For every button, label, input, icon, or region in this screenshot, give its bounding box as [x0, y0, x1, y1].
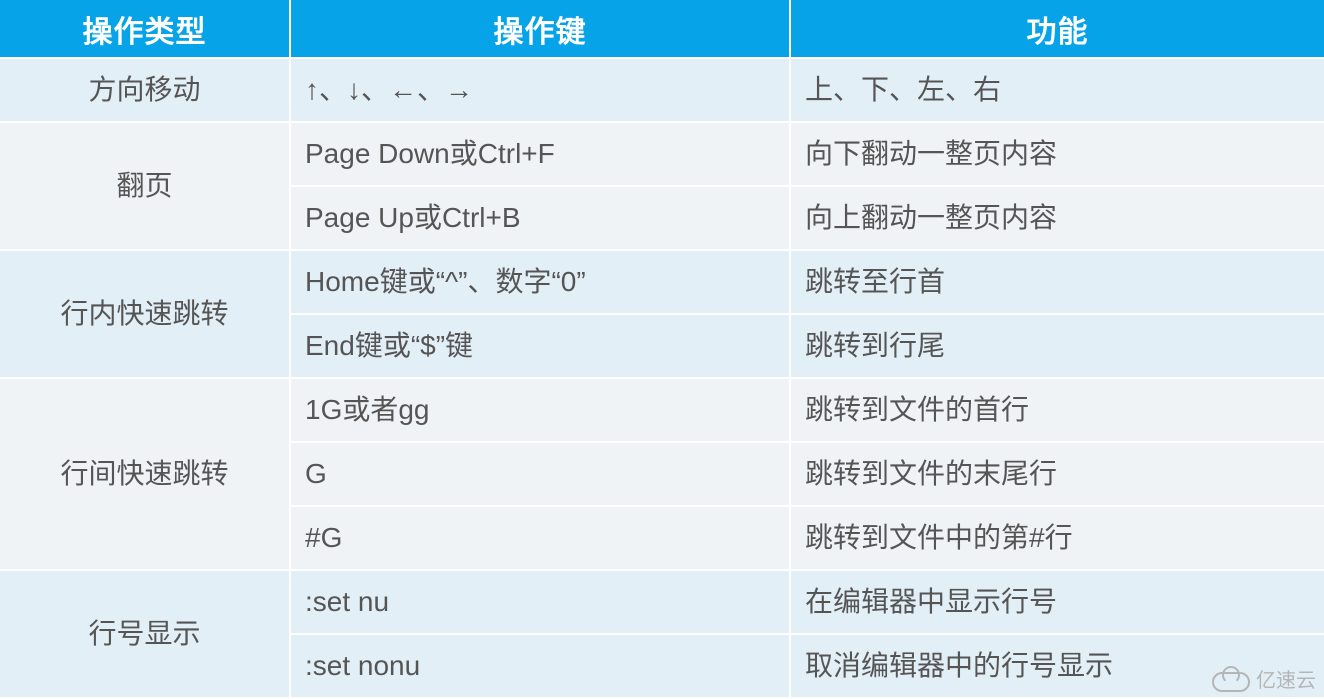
function-cell: 取消编辑器中的行号显示: [790, 634, 1324, 698]
function-cell: 向上翻动一整页内容: [790, 186, 1324, 250]
key-cell: :set nu: [290, 570, 790, 634]
function-cell: 在编辑器中显示行号: [790, 570, 1324, 634]
key-cell: Home键或“^”、数字“0”: [290, 250, 790, 314]
category-cell: 方向移动: [0, 58, 290, 122]
table-header: 操作类型 操作键 功能: [0, 0, 1324, 58]
table-row: 行内快速跳转Home键或“^”、数字“0”跳转至行首: [0, 250, 1324, 314]
function-cell: 跳转到行尾: [790, 314, 1324, 378]
table-row: 行间快速跳转1G或者gg跳转到文件的首行: [0, 378, 1324, 442]
category-cell: 行内快速跳转: [0, 250, 290, 378]
key-cell: :set nonu: [290, 634, 790, 698]
header-operation-type: 操作类型: [0, 0, 290, 58]
header-operation-key: 操作键: [290, 0, 790, 58]
key-cell: End键或“$”键: [290, 314, 790, 378]
function-cell: 跳转到文件中的第#行: [790, 506, 1324, 570]
table-row: 行号显示:set nu在编辑器中显示行号: [0, 570, 1324, 634]
key-cell: #G: [290, 506, 790, 570]
vi-shortcuts-table: 操作类型 操作键 功能 方向移动↑、↓、←、→上、下、左、右翻页Page Dow…: [0, 0, 1324, 699]
key-cell: Page Up或Ctrl+B: [290, 186, 790, 250]
table-body: 方向移动↑、↓、←、→上、下、左、右翻页Page Down或Ctrl+F向下翻动…: [0, 58, 1324, 698]
function-cell: 上、下、左、右: [790, 58, 1324, 122]
key-cell: Page Down或Ctrl+F: [290, 122, 790, 186]
function-cell: 跳转至行首: [790, 250, 1324, 314]
function-cell: 跳转到文件的末尾行: [790, 442, 1324, 506]
function-cell: 跳转到文件的首行: [790, 378, 1324, 442]
key-cell: ↑、↓、←、→: [290, 58, 790, 122]
category-cell: 行号显示: [0, 570, 290, 698]
category-cell: 行间快速跳转: [0, 378, 290, 570]
function-cell: 向下翻动一整页内容: [790, 122, 1324, 186]
category-cell: 翻页: [0, 122, 290, 250]
key-cell: G: [290, 442, 790, 506]
header-function: 功能: [790, 0, 1324, 58]
table-row: 方向移动↑、↓、←、→上、下、左、右: [0, 58, 1324, 122]
key-cell: 1G或者gg: [290, 378, 790, 442]
table-row: 翻页Page Down或Ctrl+F向下翻动一整页内容: [0, 122, 1324, 186]
